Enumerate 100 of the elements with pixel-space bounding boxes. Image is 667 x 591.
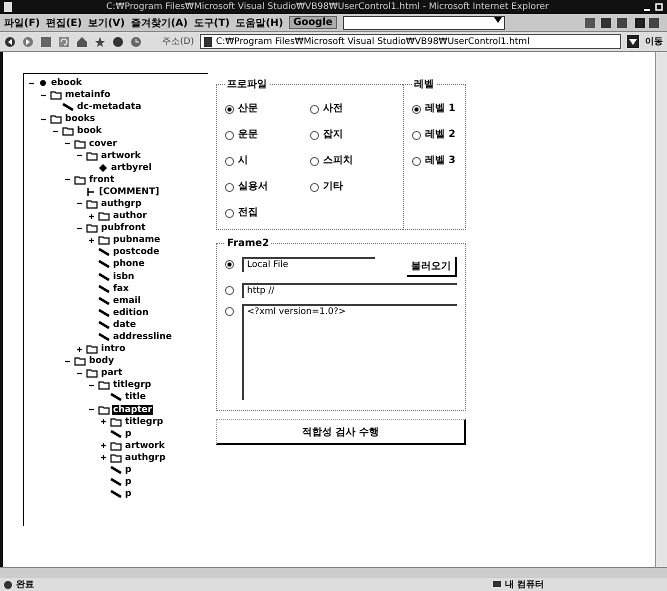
folder-icon <box>98 211 110 222</box>
radio-button[interactable] <box>225 131 234 140</box>
tag-icon <box>98 284 110 294</box>
computer-icon <box>492 580 502 590</box>
tree-item[interactable]: titlegrp <box>112 380 152 390</box>
folder-icon <box>110 452 122 463</box>
tree-item[interactable]: title <box>124 392 147 402</box>
tag-icon <box>110 477 122 488</box>
expand-icon[interactable] <box>88 236 95 244</box>
folder-icon <box>86 150 98 161</box>
file-field[interactable]: Local File <box>242 257 375 272</box>
dropdown-arrow-icon[interactable] <box>492 16 504 22</box>
menu-item[interactable]: 보기(V) <box>88 16 125 30</box>
radio-button[interactable] <box>310 157 319 166</box>
expand-icon[interactable] <box>100 442 107 450</box>
radio-button[interactable] <box>225 105 234 114</box>
tree-item[interactable]: pubfront <box>100 223 147 234</box>
stop-icon[interactable] <box>40 36 52 48</box>
load-button[interactable]: 불러오기 <box>407 257 457 277</box>
go-button[interactable]: 이동 <box>645 35 663 48</box>
tree-item[interactable]: cover <box>88 138 118 149</box>
expand-icon[interactable] <box>88 212 95 220</box>
tree-item[interactable]: email <box>112 296 142 306</box>
radio-button[interactable] <box>225 286 234 295</box>
tree-item[interactable]: book <box>76 126 103 136</box>
menu-item[interactable]: 즐겨찾기(A) <box>130 16 188 30</box>
expand-icon[interactable] <box>100 454 107 462</box>
window-title: C:₩Program Files₩Microsoft Visual Studio₩VB98₩UserControl1.html - Microsoft Internet Explorer <box>105 2 550 12</box>
tree-item[interactable]: isbn <box>112 272 136 282</box>
url-field[interactable]: http // <box>242 283 457 298</box>
tree-item[interactable]: authgrp <box>100 198 143 209</box>
tree-item[interactable]: addressline <box>112 332 173 342</box>
folder-icon <box>50 90 62 100</box>
home-icon[interactable] <box>76 36 88 48</box>
maximize-button[interactable] <box>655 3 663 11</box>
forward-icon[interactable] <box>22 36 34 48</box>
status-text: 완료 <box>16 579 34 591</box>
address-field[interactable]: C:₩Program Files₩Microsoft Visual Studio₩VB98₩UserControl1.html <box>200 34 621 49</box>
tree-item[interactable]: artbyrel <box>110 162 153 173</box>
media-icon[interactable] <box>112 36 124 48</box>
tree-item[interactable]: ebook <box>50 78 83 88</box>
expand-icon[interactable] <box>100 418 107 426</box>
tree-item[interactable]: author <box>112 211 148 222</box>
folder-icon <box>98 404 110 415</box>
radio-button[interactable] <box>225 307 234 316</box>
tree-item[interactable]: artwork <box>124 440 166 451</box>
tree-item[interactable]: chapter <box>112 404 154 415</box>
tree-item[interactable]: p <box>124 428 132 439</box>
tree-item[interactable]: phone <box>112 259 146 270</box>
tree-item[interactable]: edition <box>112 308 150 318</box>
tree-item[interactable]: postcode <box>112 247 160 258</box>
flag-icon <box>86 186 96 197</box>
menu-item[interactable]: 편집(E) <box>46 16 82 30</box>
favorites-icon[interactable] <box>94 36 106 48</box>
menu-item[interactable]: 도움말(H) <box>236 16 284 30</box>
tag-icon <box>110 428 122 439</box>
folder-icon <box>74 174 86 185</box>
horizontal-scrollbar[interactable] <box>0 567 667 578</box>
tree-item[interactable]: body <box>88 356 115 366</box>
radio-label: 스피치 <box>323 154 353 167</box>
radio-button[interactable] <box>412 105 421 114</box>
menu-item[interactable]: 도구(T) <box>194 16 230 30</box>
back-icon[interactable] <box>4 36 16 48</box>
tree-item[interactable]: [COMMENT] <box>98 186 160 197</box>
tag-icon <box>110 465 122 476</box>
folder-icon <box>74 138 86 149</box>
tree-item[interactable]: p <box>124 477 132 488</box>
expand-icon[interactable] <box>76 346 83 353</box>
dropdown-button[interactable] <box>627 35 639 48</box>
xml-text-area[interactable]: <?xml version=1.0?> <box>242 304 457 400</box>
google-button[interactable]: Google <box>289 16 337 29</box>
tree-item[interactable]: dc-metadata <box>76 102 142 112</box>
radio-button[interactable] <box>225 157 234 166</box>
tree-item[interactable]: titlegrp <box>124 416 164 427</box>
tree-item[interactable]: artwork <box>100 150 142 161</box>
radio-button[interactable] <box>310 131 319 140</box>
refresh-icon[interactable] <box>58 36 70 48</box>
history-icon[interactable] <box>130 36 142 48</box>
tree-item[interactable]: p <box>124 465 132 476</box>
radio-button[interactable] <box>225 260 234 269</box>
tree-item[interactable]: date <box>112 320 137 330</box>
tree-item[interactable]: metainfo <box>64 90 112 100</box>
tree-item[interactable]: part <box>100 368 124 378</box>
radio-button[interactable] <box>310 105 319 114</box>
radio-button[interactable] <box>412 131 421 140</box>
tree-item[interactable]: pubname <box>112 235 162 246</box>
menu-item[interactable]: 파일(F) <box>4 16 40 30</box>
radio-button[interactable] <box>412 157 421 166</box>
tree-item[interactable]: intro <box>100 344 126 354</box>
vertical-scrollbar[interactable] <box>655 52 667 567</box>
tree-item[interactable]: fax <box>112 284 130 294</box>
radio-button[interactable] <box>225 183 234 192</box>
radio-button[interactable] <box>310 183 319 192</box>
tree-item[interactable]: books <box>64 114 96 124</box>
search-field[interactable] <box>342 16 505 30</box>
radio-button[interactable] <box>225 209 234 218</box>
validate-button[interactable]: 적합성 검사 수행 <box>216 419 466 445</box>
tree-item[interactable]: p <box>124 489 132 500</box>
tree-item[interactable]: front <box>88 174 116 185</box>
tree-item[interactable]: authgrp <box>124 452 167 463</box>
